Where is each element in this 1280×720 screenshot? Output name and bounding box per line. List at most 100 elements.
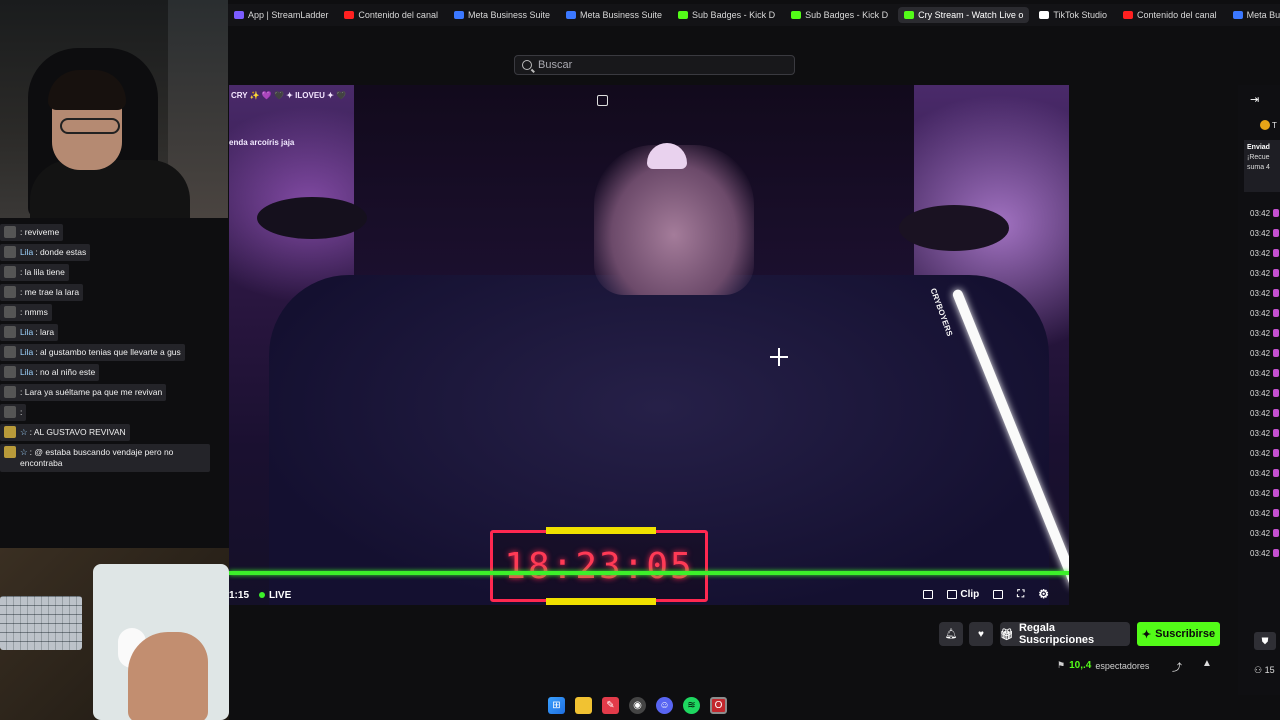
chat-message[interactable]: 03:42jc <box>1250 463 1280 483</box>
chat-timestamp: 03:42 <box>1250 428 1271 438</box>
screen: App | StreamLadder Contenido del canal Met… <box>0 0 1280 720</box>
stream-video-player[interactable]: CRYBOYERS CRY ✨ 💜 🖤 ✦ ILOVEU ✦ 🖤 enda ar… <box>229 85 1069 605</box>
live-dot-icon <box>259 592 266 598</box>
popout-icon[interactable] <box>597 95 608 106</box>
chat-badge-icon <box>1273 269 1280 277</box>
chat-message[interactable]: 03:42 <box>1250 203 1280 223</box>
keyboard <box>0 596 82 650</box>
subscribe-button[interactable]: ✦ Suscribirse <box>1137 622 1220 646</box>
clip-button[interactable]: Clip <box>947 589 979 600</box>
chat-message[interactable]: 03:42 <box>1250 263 1280 283</box>
facecam <box>0 0 228 218</box>
chat-text: : donde estas <box>35 247 87 257</box>
bookmark-label: Contenido del canal <box>1137 10 1217 20</box>
gear-icon: ⚙ <box>1038 587 1049 601</box>
chat-timestamp: 03:42 <box>1250 448 1271 458</box>
chat-overlay-message: ☆: AL GUSTAVO REVIVAN <box>0 424 130 441</box>
chat-timestamp: 03:42 <box>1250 368 1271 378</box>
chat-message[interactable]: 03:42 <box>1250 363 1280 383</box>
chat-message[interactable]: 03:42 <box>1250 483 1280 503</box>
chat-message[interactable]: 03:42M <box>1250 503 1280 523</box>
star-icon: ✦ <box>1141 628 1152 641</box>
playback-time: 1:15 <box>229 589 250 601</box>
collapse-chat-icon[interactable]: ⇥ <box>1250 93 1259 106</box>
chat-nick: Lila <box>20 327 34 337</box>
bookmark-item[interactable]: Contenido del canal <box>338 7 444 23</box>
windows-icon[interactable]: ⊞ <box>548 696 565 714</box>
app-red-icon[interactable]: ✎ <box>602 696 619 714</box>
chat-text: : al gustambo tenias que llevarte a gus <box>35 347 181 357</box>
fullscreen-button[interactable]: ⛶ <box>1017 589 1024 600</box>
chat-mod-button[interactable]: ⛊ <box>1254 632 1276 650</box>
chat-timestamp: 03:42 <box>1250 208 1271 218</box>
chat-message[interactable]: 03:42 <box>1250 323 1280 343</box>
chat-message[interactable]: 03:42c <box>1250 303 1280 323</box>
bookmark-item[interactable]: Sub Badges - Kick D <box>672 7 781 23</box>
miniplayer-button[interactable] <box>993 589 1004 599</box>
chat-avatar-icon <box>4 306 16 318</box>
chat-overlay-body: Lila: no al niño este <box>20 367 95 378</box>
chat-message[interactable]: 03:42 <box>1250 543 1280 563</box>
follow-button[interactable]: ♥ <box>969 622 993 646</box>
bookmark-item[interactable]: Cry Stream - Watch Live o <box>898 7 1030 23</box>
chat-overlay-body: ☆: @ estaba buscando vendaje pero no enc… <box>20 447 206 469</box>
bookmark-item[interactable]: Meta Business Suite <box>448 7 556 23</box>
search-input[interactable]: Buscar <box>538 59 572 71</box>
bookmark-item[interactable]: Sub Badges - Kick D <box>785 7 894 23</box>
playback-progress-bar[interactable] <box>229 571 1069 575</box>
bookmark-item[interactable]: TikTok Studio <box>1033 7 1113 23</box>
chat-badge-icon <box>1273 289 1280 297</box>
viewer-count: ⚑ 10,.4 espectadores <box>1057 660 1149 671</box>
bookmark-favicon-icon <box>1039 11 1050 19</box>
bell-icon: 🔔︎ <box>944 628 958 640</box>
chat-overlay-message: : me trae la lara <box>0 284 84 301</box>
chat-text: : la lila tiene <box>20 267 65 277</box>
chat-message[interactable]: 03:42 <box>1250 403 1280 423</box>
windows-taskbar: ⊞ ✎ ◉ ☺ ≋ O <box>545 693 740 717</box>
chat-message[interactable]: 03:42 <box>1250 283 1280 303</box>
live-indicator[interactable]: LIVE <box>269 590 291 601</box>
share-icon[interactable]: ⤴ <box>1172 659 1182 674</box>
bookmark-favicon-icon <box>234 11 244 19</box>
chat-timestamp: 03:42 <box>1250 288 1271 298</box>
chat-panel: ⇥ T Enviad ¡Recue suma 4 03:42 03:42 03:42… <box>1238 85 1280 695</box>
chat-badge-icon <box>1273 529 1280 537</box>
bookmark-favicon-icon <box>566 11 576 19</box>
chat-text: : Lara ya suéltame pa que me revivan <box>20 387 163 397</box>
chat-message[interactable]: 03:42 <box>1250 383 1280 403</box>
chat-message[interactable]: 03:42 <box>1250 443 1280 463</box>
chat-timestamp: 03:42 <box>1250 308 1271 318</box>
chat-timestamp: 03:42 <box>1250 228 1271 238</box>
heart-icon: ♥ <box>978 628 984 640</box>
chat-top-badge[interactable]: T <box>1260 118 1280 132</box>
stream-title-overlay: CRY ✨ 💜 🖤 ✦ ILOVEU ✦ 🖤 <box>231 91 347 100</box>
search-box[interactable]: Buscar <box>514 55 795 75</box>
chat-overlay-message: : nmms <box>0 304 52 321</box>
bookmark-item[interactable]: Meta Business Suite <box>1227 7 1280 23</box>
chrome-icon[interactable]: ◉ <box>629 696 646 714</box>
spotify-icon[interactable]: ≋ <box>683 696 700 714</box>
pinned-message[interactable]: Enviad ¡Recue suma 4 <box>1244 140 1280 192</box>
chat-message[interactable]: 03:42conver <box>1250 423 1280 443</box>
bookmark-item[interactable]: Contenido del canal <box>1117 7 1223 23</box>
files-icon[interactable] <box>575 696 592 714</box>
chat-message[interactable]: 03:42 <box>1250 343 1280 363</box>
discord-icon[interactable]: ☺ <box>656 696 673 714</box>
chat-message[interactable]: 03:42 <box>1250 243 1280 263</box>
settings-button[interactable]: ⚙ <box>1038 587 1049 601</box>
timer-text: 18:23:05 <box>504 545 694 587</box>
chat-timestamp: 03:42 <box>1250 248 1271 258</box>
gift-subs-button[interactable]: 🎁︎ Regala Suscripciones <box>1000 622 1130 646</box>
chat-message[interactable]: 03:42 <box>1250 523 1280 543</box>
chat-badge-icon <box>1273 249 1280 257</box>
chat-message[interactable]: 03:42 <box>1250 223 1280 243</box>
theater-button[interactable] <box>923 589 934 599</box>
opera-icon[interactable]: O <box>710 696 727 714</box>
chat-badge-icon <box>1273 469 1280 477</box>
bookmark-item[interactable]: App | StreamLadder <box>228 7 334 23</box>
notifications-button[interactable]: 🔔︎ <box>939 622 963 646</box>
chat-timestamp: 03:42 <box>1250 528 1271 538</box>
bookmark-item[interactable]: Meta Business Suite <box>560 7 668 23</box>
clip-label: Clip <box>960 588 980 600</box>
report-icon[interactable]: ▲ <box>1202 658 1212 669</box>
